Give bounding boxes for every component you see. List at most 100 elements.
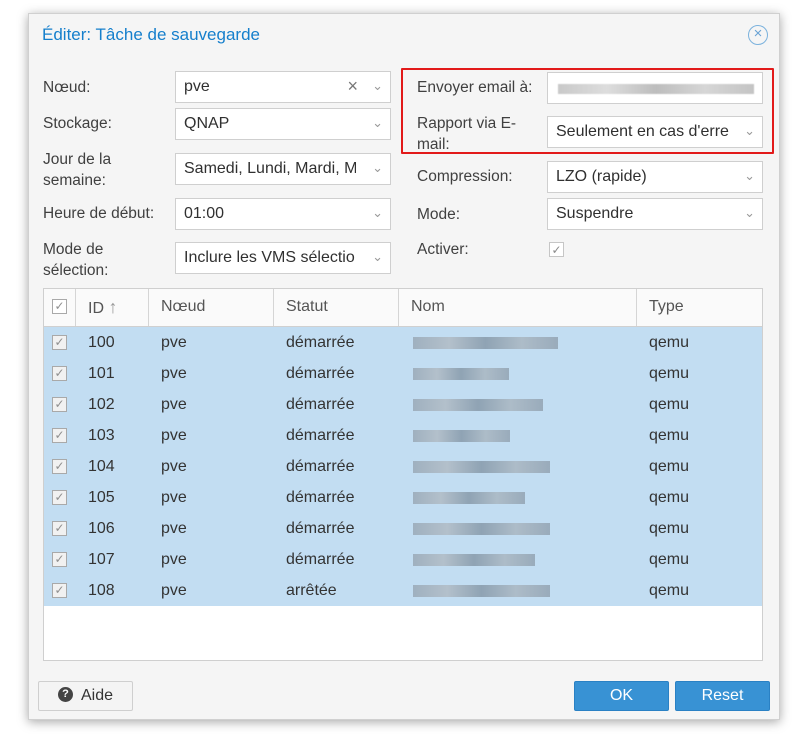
sort-ascending-icon: ↑ [108, 297, 118, 317]
vm-selection-grid: ✓ ID ↑ Nœud Statut Nom Type ✓ 100 pve démar… [43, 288, 763, 661]
help-button[interactable]: ? Aide [38, 681, 133, 711]
chevron-down-icon[interactable]: ⌄ [744, 162, 755, 190]
cell-name-redacted [413, 399, 543, 411]
cell-type: qemu [649, 365, 690, 382]
cell-node: pve [161, 520, 187, 537]
chevron-down-icon[interactable]: ⌄ [372, 72, 383, 100]
cell-type: qemu [649, 458, 690, 475]
chevron-down-icon[interactable]: ⌄ [372, 243, 383, 271]
start-time-label: Heure de début: [43, 205, 155, 222]
checkmark-icon: ✓ [54, 583, 65, 597]
checkmark-icon[interactable]: ✓ [52, 299, 67, 314]
table-row[interactable]: ✓ 102 pve démarrée qemu [44, 389, 762, 420]
row-checkbox[interactable]: ✓ [52, 366, 67, 381]
start-time-value: 01:00 [184, 205, 225, 222]
row-checkbox[interactable]: ✓ [52, 335, 67, 350]
cell-type: qemu [649, 551, 690, 568]
mode-label: Mode: [417, 206, 461, 223]
header-status[interactable]: Statut [274, 289, 399, 326]
row-checkbox[interactable]: ✓ [52, 397, 67, 412]
weekday-label-line1: Jour de la [43, 151, 112, 168]
annotation-highlight-box [401, 68, 774, 154]
table-row[interactable]: ✓ 107 pve démarrée qemu [44, 544, 762, 575]
header-select-all[interactable]: ✓ [44, 289, 76, 326]
cell-name-redacted [413, 492, 525, 504]
row-checkbox[interactable]: ✓ [52, 428, 67, 443]
row-checkbox[interactable]: ✓ [52, 552, 67, 567]
node-select[interactable]: pve × ⌄ [175, 71, 391, 103]
cell-status: démarrée [286, 427, 355, 444]
compression-label: Compression: [417, 168, 513, 185]
chevron-down-icon[interactable]: ⌄ [372, 109, 383, 137]
cell-id: 106 [88, 520, 115, 537]
cell-name-redacted [413, 554, 535, 566]
checkmark-icon: ✓ [54, 366, 65, 380]
table-row[interactable]: ✓ 108 pve arrêtée qemu [44, 575, 762, 606]
weekday-select[interactable]: Samedi, Lundi, Mardi, M ⌄ [175, 153, 391, 185]
selection-mode-label: Mode de sélection: [43, 239, 108, 281]
cell-id: 101 [88, 365, 115, 382]
cell-name-redacted [413, 523, 550, 535]
checkmark-icon: ✓ [54, 552, 65, 566]
cell-id: 105 [88, 489, 115, 506]
selection-mode-select[interactable]: Inclure les VMS sélectio ⌄ [175, 242, 391, 274]
mode-select[interactable]: Suspendre ⌄ [547, 198, 763, 230]
enable-checkbox[interactable]: ✓ [549, 242, 564, 257]
header-name[interactable]: Nom [399, 289, 637, 326]
chevron-down-icon[interactable]: ⌄ [372, 199, 383, 227]
compression-select[interactable]: LZO (rapide) ⌄ [547, 161, 763, 193]
cell-type: qemu [649, 334, 690, 351]
cell-id: 102 [88, 396, 115, 413]
close-icon[interactable]: × [748, 25, 768, 45]
cell-id: 104 [88, 458, 115, 475]
reset-button[interactable]: Reset [675, 681, 770, 711]
help-label: Aide [80, 687, 114, 704]
row-checkbox[interactable]: ✓ [52, 490, 67, 505]
storage-label: Stockage: [43, 115, 112, 132]
selection-mode-value: Inclure les VMS sélectio [184, 249, 355, 266]
header-node[interactable]: Nœud [149, 289, 274, 326]
row-checkbox[interactable]: ✓ [52, 583, 67, 598]
cell-name-redacted [413, 461, 550, 473]
header-id-label: ID [88, 300, 104, 317]
cell-id: 100 [88, 334, 115, 351]
backup-job-dialog: Éditer: Tâche de sauvegarde × Nœud: pve … [28, 13, 780, 720]
ok-button[interactable]: OK [574, 681, 669, 711]
row-checkbox[interactable]: ✓ [52, 521, 67, 536]
chevron-down-icon[interactable]: ⌄ [744, 199, 755, 227]
header-type[interactable]: Type [637, 289, 762, 326]
checkmark-icon: ✓ [54, 521, 65, 535]
mode-value: Suspendre [556, 205, 634, 222]
cell-type: qemu [649, 520, 690, 537]
row-checkbox[interactable]: ✓ [52, 459, 67, 474]
cell-status: démarrée [286, 396, 355, 413]
table-row[interactable]: ✓ 100 pve démarrée qemu [44, 327, 762, 358]
cell-node: pve [161, 458, 187, 475]
cell-id: 107 [88, 551, 115, 568]
selection-mode-label-line1: Mode de [43, 241, 104, 258]
checkmark-icon: ✓ [54, 490, 65, 504]
cell-node: pve [161, 427, 187, 444]
dialog-titlebar[interactable]: Éditer: Tâche de sauvegarde × [29, 14, 779, 56]
table-row[interactable]: ✓ 106 pve démarrée qemu [44, 513, 762, 544]
start-time-field[interactable]: 01:00 ⌄ [175, 198, 391, 230]
cell-status: démarrée [286, 520, 355, 537]
table-row[interactable]: ✓ 103 pve démarrée qemu [44, 420, 762, 451]
clear-icon[interactable]: × [347, 72, 358, 101]
table-row[interactable]: ✓ 104 pve démarrée qemu [44, 451, 762, 482]
cell-name-redacted [413, 368, 509, 380]
header-id[interactable]: ID ↑ [76, 289, 149, 326]
chevron-down-icon[interactable]: ⌄ [372, 154, 383, 182]
compression-value: LZO (rapide) [556, 168, 647, 185]
storage-value: QNAP [184, 115, 230, 132]
table-row[interactable]: ✓ 105 pve démarrée qemu [44, 482, 762, 513]
cell-type: qemu [649, 489, 690, 506]
cell-node: pve [161, 396, 187, 413]
node-value: pve [184, 78, 210, 95]
cell-status: démarrée [286, 489, 355, 506]
grid-header: ✓ ID ↑ Nœud Statut Nom Type [44, 289, 762, 327]
weekday-label: Jour de la semaine: [43, 149, 111, 191]
table-row[interactable]: ✓ 101 pve démarrée qemu [44, 358, 762, 389]
enable-label: Activer: [417, 241, 469, 258]
storage-select[interactable]: QNAP ⌄ [175, 108, 391, 140]
